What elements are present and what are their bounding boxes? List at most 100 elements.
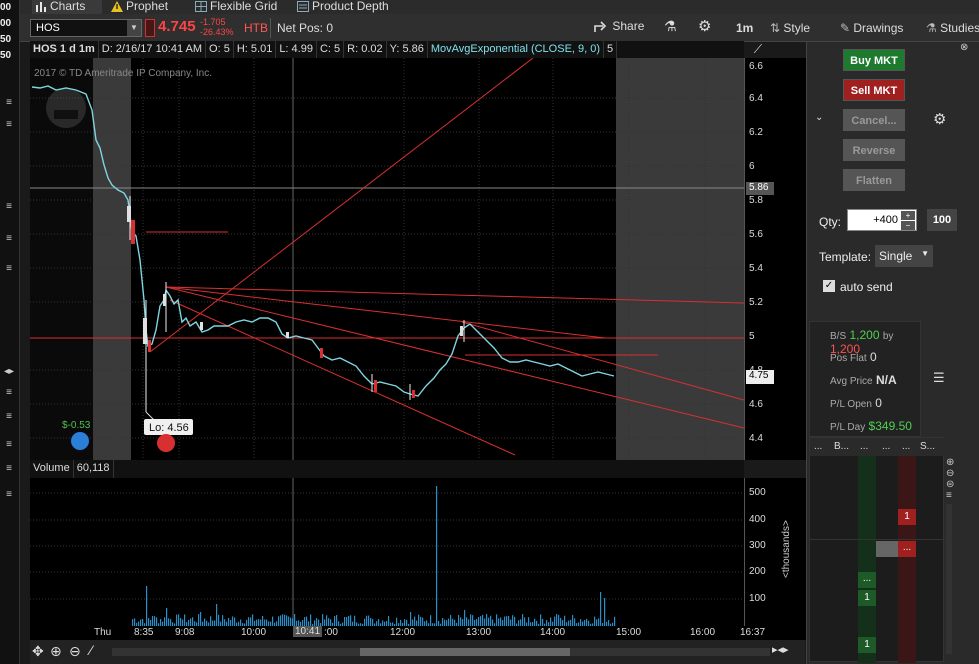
tab-charts[interactable]: Charts (32, 0, 102, 14)
ladder-cell[interactable]: ... (898, 541, 916, 557)
arrows-icon[interactable]: ◂▸ (2, 365, 16, 379)
reverse-button[interactable]: Reverse (843, 139, 905, 161)
chart-title[interactable]: HOS 1 d 1m (30, 41, 99, 58)
tab-prophet[interactable]: Prophet (108, 0, 168, 14)
flatten-button[interactable]: Flatten (843, 169, 905, 191)
qty-up-icon[interactable]: + (901, 211, 915, 220)
ladder-cell[interactable]: 1 (858, 637, 876, 653)
menu-icon[interactable]: ≡ (2, 462, 16, 476)
zoom-in-icon[interactable]: ⊕ (946, 457, 954, 468)
volume-bar (282, 614, 284, 626)
volume-axis[interactable]: 500 400 300 200 100 <thousands> (744, 478, 806, 626)
volume-bar (148, 618, 150, 626)
volume-bar (334, 616, 336, 626)
tab-bar: Charts Prophet Flexible Grid Product Dep… (20, 0, 979, 14)
time-axis[interactable]: Thu 8:35 9:08 10:00 10:41 :00 12:00 13:0… (30, 626, 806, 640)
symbol-input[interactable]: HOS ▼ (30, 19, 142, 37)
style-button[interactable]: ⇅ Style (770, 21, 810, 35)
volume-bar (436, 486, 438, 626)
ladder-tools[interactable]: ⊕ ⊖ ⊜ ≡ (946, 457, 954, 501)
scrollbar-thumb[interactable] (360, 648, 570, 656)
menu-icon[interactable]: ≡ (946, 490, 954, 501)
price-axis[interactable]: 6.6 6.4 6.2 6 5.8 5.6 5.4 5.2 5 4.8 4.6 … (744, 58, 806, 460)
tab-flexible-grid[interactable]: Flexible Grid (192, 0, 277, 14)
link-color-icon[interactable] (145, 19, 155, 37)
price-ladder[interactable]: ... B... ... ... ... S... 1 ... ... 1 1 (809, 437, 945, 663)
lightbulb-icon[interactable] (71, 432, 89, 450)
volume-label[interactable]: Volume (30, 460, 74, 478)
price-tick: 6.4 (749, 93, 763, 104)
price-tick: 5 (749, 331, 755, 342)
menu-icon[interactable]: ≡ (2, 410, 16, 424)
collapse-chevron-icon[interactable]: ⌄ (815, 112, 823, 123)
list-menu-icon[interactable]: ☰ (933, 370, 945, 386)
ladder-header: ... B... ... ... ... S... (810, 438, 945, 456)
change-value: -1.705 (200, 17, 226, 27)
gear-icon[interactable]: ⚙ (698, 17, 711, 35)
watch-price: 00 (0, 2, 12, 13)
position-summary: B/S 1,200 by 1,200 Pos Flat 0 Avg Price … (809, 321, 921, 437)
pan-icon[interactable]: ✥ (32, 643, 44, 660)
htb-badge: HTB (244, 21, 268, 35)
volume-chart[interactable] (30, 478, 744, 626)
cancel-button[interactable]: Cancel... (843, 109, 905, 131)
close-icon[interactable]: ⊗ (960, 42, 979, 58)
drawings-button[interactable]: ✎ Drawings (840, 21, 903, 35)
qty-down-icon[interactable]: − (901, 221, 915, 230)
phone-icon[interactable] (157, 434, 175, 452)
qty-input[interactable]: +400 + − (847, 209, 917, 231)
volume-bar (594, 616, 596, 626)
volume-bar (156, 617, 158, 626)
price-chart[interactable]: 2017 © TD Ameritrade IP Company, Inc. Lo… (30, 58, 744, 460)
auto-send-checkbox[interactable]: ✓ (823, 280, 835, 292)
ladder-scrollbar[interactable] (946, 504, 952, 654)
avg-price-value: N/A (875, 373, 897, 387)
zoom-out-icon[interactable]: ⊖ (946, 468, 954, 479)
gear-icon[interactable]: ⚙ (933, 110, 946, 128)
compress-icon[interactable]: ⟋ (747, 42, 769, 58)
menu-icon[interactable]: ≡ (2, 438, 16, 452)
ladder-cell[interactable]: 1 (858, 590, 876, 606)
volume-bar (278, 616, 280, 626)
volume-bar (200, 612, 202, 626)
chevron-down-icon[interactable]: ▼ (127, 20, 141, 36)
volume-bar (418, 614, 420, 626)
cursor-price-marker: 5.86 (746, 182, 774, 195)
menu-icon[interactable]: ≡ (2, 200, 16, 214)
menu-icon[interactable]: ≡ (2, 488, 16, 502)
volume-bar (410, 612, 412, 626)
studies-button[interactable]: ⚗ Studies (926, 21, 979, 35)
volume-bar (496, 614, 498, 626)
scroll-end-icon[interactable]: ▸◂▸ (772, 643, 789, 656)
menu-icon[interactable]: ≡ (2, 96, 16, 110)
volume-bar (190, 618, 192, 626)
style-label: Style (783, 21, 811, 35)
horizontal-scrollbar[interactable] (112, 648, 770, 656)
pl-open-label: P/L Open (830, 399, 872, 410)
price-tick: 5.2 (749, 297, 763, 308)
divider (270, 18, 271, 38)
menu-icon[interactable]: ≡ (2, 118, 16, 132)
flask-icon[interactable]: ⚗ (664, 18, 677, 35)
pos-flat-label: Pos Flat (830, 353, 867, 364)
study-label[interactable]: MovAvgExponential (CLOSE, 9, 0) (428, 41, 605, 58)
menu-icon[interactable]: ≡ (2, 232, 16, 246)
timeframe-button[interactable]: 1m (736, 21, 753, 35)
sell-market-button[interactable]: Sell MKT (843, 79, 905, 101)
menu-icon[interactable]: ≡ (2, 386, 16, 400)
ladder-col: B... (834, 441, 850, 452)
zoom-out-icon[interactable]: ⊖ (69, 643, 81, 660)
bar-high: H: 5.01 (234, 41, 277, 58)
volume-bar (304, 617, 306, 626)
share-button[interactable]: Share (594, 19, 644, 33)
buy-market-button[interactable]: Buy MKT (843, 49, 905, 71)
menu-icon[interactable]: ≡ (2, 262, 16, 276)
tab-product-depth[interactable]: Product Depth (294, 0, 389, 14)
qty-preset-button[interactable]: 100 (927, 209, 957, 231)
ladder-cell[interactable]: 1 (898, 509, 916, 525)
draw-line-icon[interactable]: ⁄ (90, 642, 92, 658)
template-select[interactable]: Single ▼ (875, 245, 933, 267)
zoom-in-icon[interactable]: ⊕ (50, 643, 62, 660)
ladder-cell[interactable]: ... (858, 572, 876, 588)
center-icon[interactable]: ⊜ (946, 479, 954, 490)
